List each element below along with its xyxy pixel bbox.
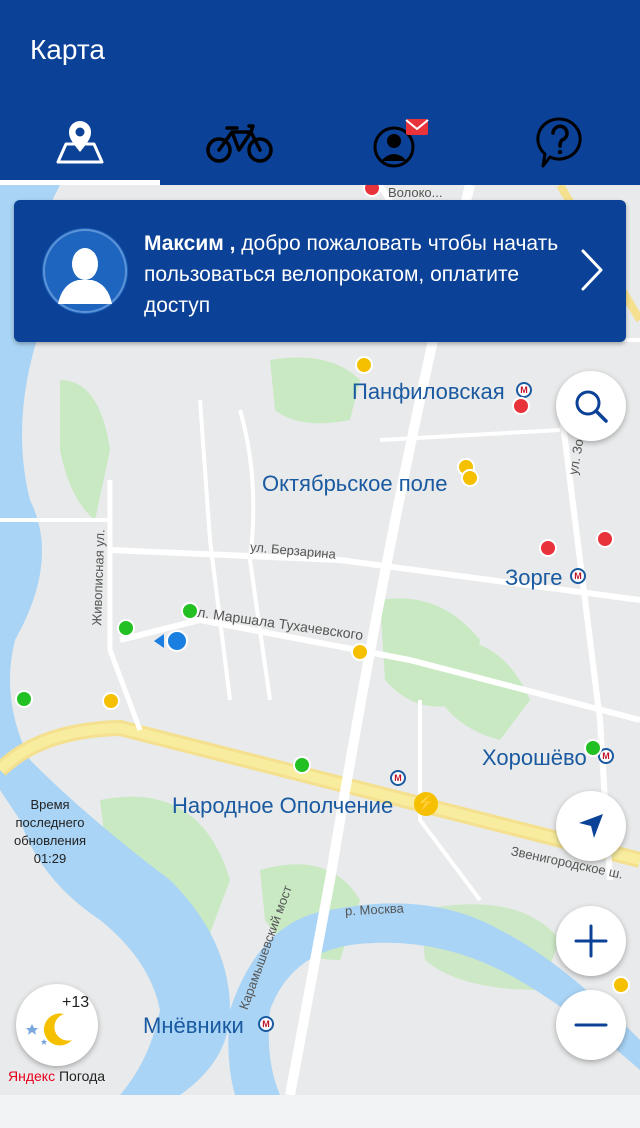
station-label: Хорошёво bbox=[482, 745, 587, 770]
active-tab-indicator bbox=[0, 180, 160, 185]
bottom-strip bbox=[0, 1095, 640, 1128]
user-name: Максим , bbox=[144, 232, 236, 255]
weather-temperature: +13 bbox=[62, 994, 90, 1011]
metro-icon: M bbox=[258, 1016, 274, 1032]
bike-station-marker[interactable] bbox=[539, 539, 557, 557]
search-icon bbox=[575, 390, 608, 423]
heading-arrow-icon bbox=[154, 634, 164, 648]
brand-rest: Погода bbox=[55, 1068, 106, 1084]
last-update-label: Время последнего обновления bbox=[14, 797, 86, 848]
last-update-time: 01:29 bbox=[33, 851, 67, 866]
station-label: Октябрьское поле bbox=[262, 471, 448, 496]
station-label: Народное Ополчение bbox=[172, 793, 394, 818]
app-header: Карта bbox=[0, 0, 640, 185]
bike-station-marker[interactable] bbox=[181, 602, 199, 620]
bike-station-marker[interactable] bbox=[461, 469, 479, 487]
tab-profile[interactable] bbox=[320, 100, 480, 185]
bike-station-marker[interactable] bbox=[584, 739, 602, 757]
bike-station-marker[interactable] bbox=[355, 356, 373, 374]
welcome-banner[interactable]: Максим , добро пожаловать чтобы начать п… bbox=[14, 200, 626, 342]
page-title: Карта bbox=[30, 34, 105, 65]
metro-icon: M bbox=[390, 770, 406, 786]
brand-ya: Яндекс bbox=[8, 1068, 56, 1084]
locate-me-button[interactable] bbox=[556, 791, 626, 861]
bicycle-icon bbox=[206, 123, 273, 163]
app-screen: Волоко... ул. Берзарина ул. Маршала Туха… bbox=[0, 0, 640, 1128]
bike-station-marker[interactable] bbox=[596, 530, 614, 548]
navigation-arrow-icon bbox=[579, 814, 603, 838]
tab-bike[interactable] bbox=[160, 100, 320, 185]
zoom-in-button[interactable] bbox=[556, 906, 626, 976]
search-button[interactable] bbox=[556, 371, 626, 441]
user-silhouette-icon bbox=[43, 229, 127, 313]
metro-icon: M bbox=[570, 568, 586, 584]
bike-station-marker[interactable] bbox=[512, 397, 530, 415]
map-pin-icon bbox=[56, 120, 104, 163]
bike-station-marker[interactable] bbox=[612, 976, 630, 994]
zoom-out-button[interactable] bbox=[556, 990, 626, 1060]
street-label: Волоко... bbox=[388, 185, 443, 200]
tab-map[interactable] bbox=[0, 100, 160, 185]
weather-brand: Яндекс Погода bbox=[8, 1068, 105, 1084]
metro-icon: M bbox=[516, 382, 532, 398]
bike-station-marker[interactable] bbox=[117, 619, 135, 637]
question-icon bbox=[536, 116, 582, 167]
station-label: Зорге bbox=[505, 565, 563, 590]
tab-help[interactable] bbox=[480, 100, 640, 185]
avatar bbox=[42, 228, 128, 314]
station-label: Мнёвники bbox=[143, 1013, 244, 1038]
bike-station-marker[interactable] bbox=[102, 692, 120, 710]
chevron-right-icon[interactable] bbox=[580, 248, 604, 297]
bike-station-marker[interactable] bbox=[15, 690, 33, 708]
weather-widget[interactable]: +13 bbox=[16, 984, 98, 1066]
bike-station-marker[interactable] bbox=[351, 643, 369, 661]
profile-mail-icon bbox=[373, 118, 429, 167]
station-label: Панфиловская bbox=[352, 379, 505, 404]
last-update-info: Время последнего обновления 01:29 bbox=[10, 796, 90, 868]
bike-station-marker[interactable] bbox=[293, 756, 311, 774]
minus-icon bbox=[574, 1023, 608, 1027]
plus-icon bbox=[574, 924, 608, 958]
lightning-icon: ⚡ bbox=[414, 792, 438, 816]
my-location-marker bbox=[166, 630, 188, 652]
street-label: р. Москва bbox=[344, 900, 405, 919]
welcome-message: Максим , добро пожаловать чтобы начать п… bbox=[144, 228, 564, 321]
